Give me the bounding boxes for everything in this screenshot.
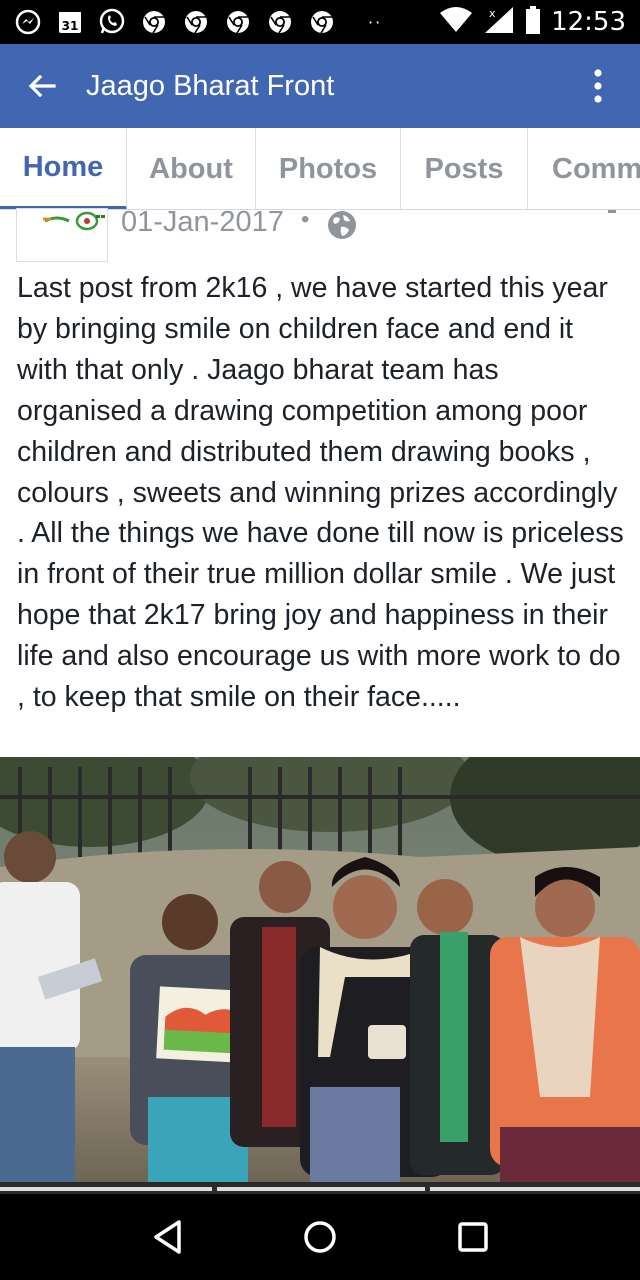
nav-home-button[interactable] [290,1207,350,1267]
calendar-icon: 31 [56,8,84,36]
tab-home[interactable]: Home [0,128,127,209]
meta-separator: • [301,206,310,233]
more-options-button[interactable] [578,64,618,108]
wifi-icon [439,6,473,39]
chrome-icon [266,8,294,36]
system-nav-bar [0,1194,640,1280]
status-bar: 31 ·· x 12:53 [0,0,640,44]
post-date[interactable]: 01-Jan-2017 [121,206,284,239]
post-text: Last post from 2k16 , we have started th… [17,272,624,714]
app-bar: Jaago Bharat Front [0,44,640,128]
arrow-left-icon [28,74,56,98]
page-avatar[interactable] [16,208,108,262]
chrome-icon [182,8,210,36]
post-options-mark[interactable] [608,210,616,213]
globe-icon [326,209,358,241]
chrome-icon [308,8,336,36]
whatsapp-icon [98,8,126,36]
chrome-icon [140,8,168,36]
nav-recents-button[interactable] [443,1207,503,1267]
more-notifications-icon: ·· [368,12,383,32]
tab-community[interactable]: Comm [528,128,640,209]
messenger-icon [14,8,42,36]
tab-posts[interactable]: Posts [401,128,528,209]
calendar-day: 31 [62,19,79,33]
battery-icon [525,5,541,40]
recents-square-icon [458,1222,489,1252]
photo-strip-divider [0,1182,640,1194]
more-vertical-icon [594,69,602,103]
nav-back-button[interactable] [137,1207,197,1267]
chrome-icon [224,8,252,36]
page-title: Jaago Bharat Front [86,69,335,102]
back-triangle-icon [153,1220,181,1254]
post-header: 01-Jan-2017 • [0,206,640,262]
home-circle-icon [304,1221,336,1253]
page-tabs: Home About Photos Posts Comm [0,128,640,210]
back-button[interactable] [12,44,72,128]
clock: 12:53 [551,7,626,37]
tab-photos[interactable]: Photos [256,128,401,209]
signal-icon: x [483,5,515,40]
tab-about[interactable]: About [127,128,256,209]
svg-text:x: x [489,7,496,20]
post-photo[interactable] [0,757,640,1182]
